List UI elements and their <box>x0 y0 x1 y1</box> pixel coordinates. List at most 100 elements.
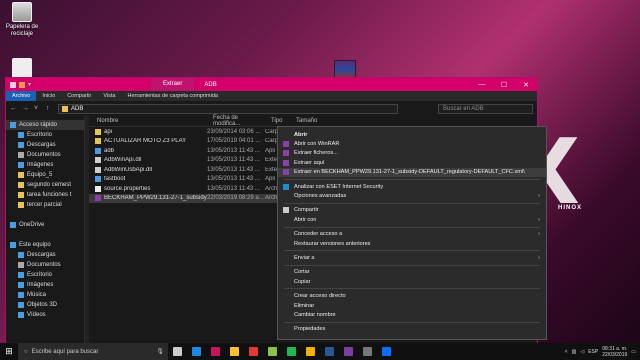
taskbar-app-spotify[interactable] <box>282 343 301 360</box>
recycle-bin-label: Papelera de reciclaje <box>5 24 39 37</box>
maximize-button[interactable]: ☐ <box>493 81 515 89</box>
tab-herramientas[interactable]: Herramientas de carpeta comprimida <box>121 93 223 99</box>
context-menu-item[interactable]: Abrir con WinRAR <box>278 139 546 148</box>
nav-item[interactable]: Descargas <box>6 140 84 150</box>
context-menu-item[interactable]: Cortar <box>278 268 546 277</box>
chevron-right-icon: › <box>538 254 540 261</box>
folder-icon[interactable] <box>19 81 25 88</box>
taskbar: ⊞ ○ Escribe aquí para buscar 🎙 ˄ ▥ ◁ ESP… <box>0 343 640 360</box>
taskbar-app-edge[interactable] <box>187 343 206 360</box>
nav-item[interactable]: segundo cemest <box>6 180 84 190</box>
nav-item[interactable]: Escritorio <box>6 270 84 280</box>
forward-arrow-icon[interactable]: → <box>22 105 30 112</box>
clock-date: 22/03/2019 <box>602 351 628 358</box>
taskbar-app-word[interactable] <box>320 343 339 360</box>
nav-folder-icon <box>10 222 16 228</box>
window-title: ADB <box>204 81 217 88</box>
media-icon <box>363 347 372 356</box>
taskbar-app-photos[interactable] <box>206 343 225 360</box>
notifications-icon[interactable]: ▭ <box>631 349 636 355</box>
network-icon[interactable]: ▥ <box>572 349 577 355</box>
context-menu-item[interactable]: Restaurar versiones anteriores <box>278 239 546 248</box>
nav-item[interactable]: Acceso rápido <box>6 120 84 130</box>
up-arrow-icon[interactable]: ↑ <box>46 105 54 112</box>
eset-icon <box>283 183 289 190</box>
tab-compartir[interactable]: Compartir <box>61 93 97 99</box>
nav-item[interactable]: tercer parcial <box>6 200 84 210</box>
exe-icon <box>95 147 101 154</box>
nav-item[interactable]: OneDrive <box>6 220 84 230</box>
tab-inicio[interactable]: Inicio <box>36 93 61 99</box>
context-menu-item[interactable]: Extraer en BECKHAM_PPW29.131-27-1_subsid… <box>278 167 546 177</box>
menu-separator <box>284 226 540 228</box>
context-menu-item[interactable]: Propiedades <box>278 325 546 334</box>
nav-item[interactable]: Escritorio <box>6 130 84 140</box>
close-button[interactable]: ✕ <box>515 81 537 89</box>
chevron-down-icon[interactable]: ˅ <box>34 105 42 112</box>
taskbar-app-chrome[interactable] <box>244 343 263 360</box>
column-size[interactable]: Tamaño <box>292 118 317 124</box>
context-menu-item[interactable]: Copiar <box>278 277 546 286</box>
tab-vista[interactable]: Vista <box>97 93 121 99</box>
context-menu-item[interactable]: Compartir <box>278 206 546 215</box>
volume-icon[interactable]: ◁ <box>580 349 584 355</box>
nav-item[interactable]: Música <box>6 290 84 300</box>
taskbar-app-photoshop[interactable] <box>377 343 396 360</box>
recycle-bin-icon[interactable]: Papelera de reciclaje <box>0 2 44 38</box>
taskbar-app-store[interactable] <box>225 343 244 360</box>
address-bar[interactable]: ADB <box>58 103 398 114</box>
column-date[interactable]: Fecha de modifica... <box>209 115 267 127</box>
nav-item[interactable]: Objetos 3D <box>6 300 84 310</box>
context-menu-item[interactable]: Extraer aquí <box>278 158 546 167</box>
taskbar-app-media[interactable] <box>358 343 377 360</box>
file-date: 13/05/2013 11:43 ... <box>207 166 260 173</box>
save-icon[interactable] <box>10 81 16 88</box>
nav-item[interactable]: Este equipo <box>6 240 84 250</box>
context-menu-item[interactable]: Analizar con ESET Internet Security <box>278 182 546 191</box>
file-name-cell: fastboot <box>89 176 207 183</box>
taskbar-app-android-studio[interactable] <box>263 343 282 360</box>
clock[interactable]: 08:31 a. m. 22/03/2019 <box>602 346 627 358</box>
context-menu-label: Restaurar versiones anteriores <box>294 240 371 247</box>
chrome-icon <box>249 347 258 356</box>
nav-item[interactable]: Imágenes <box>6 160 84 170</box>
window-controls: — ☐ ✕ <box>471 81 537 89</box>
context-menu-label: Extraer aquí <box>294 159 325 166</box>
context-menu-item[interactable]: Opciones avanzadas › <box>278 191 546 200</box>
context-menu-item[interactable]: Eliminar <box>278 301 546 310</box>
search-input[interactable]: Buscar en ADB <box>438 103 533 114</box>
nav-item[interactable]: tarea funciones t <box>6 190 84 200</box>
nav-item[interactable]: Descargas <box>6 250 84 260</box>
context-menu-item[interactable]: Conceder acceso a › <box>278 230 546 239</box>
word-icon <box>325 347 334 356</box>
file-name-cell: api <box>89 128 207 135</box>
context-menu-item[interactable]: Abrir <box>278 130 546 139</box>
back-arrow-icon[interactable]: ← <box>10 105 18 112</box>
nav-item[interactable]: Equipo_5 <box>6 170 84 180</box>
microphone-icon[interactable]: 🎙 <box>156 348 168 355</box>
windows-start-icon[interactable]: ⊞ <box>0 346 18 357</box>
nav-folder-icon <box>18 272 24 278</box>
context-menu-item[interactable]: Extraer ficheros... <box>278 149 546 158</box>
taskbar-app-explorer[interactable] <box>301 343 320 360</box>
column-name[interactable]: Nombre <box>89 118 209 124</box>
chevron-down-icon[interactable]: ▾ <box>28 81 31 88</box>
nav-item[interactable]: Imágenes <box>6 280 84 290</box>
chevron-up-icon[interactable]: ˄ <box>565 349 568 355</box>
tab-extract[interactable]: Extraer <box>151 78 195 91</box>
context-menu-item[interactable]: Abrir con › <box>278 215 546 224</box>
taskbar-app-task-view[interactable] <box>168 343 187 360</box>
taskbar-app-winrar[interactable] <box>339 343 358 360</box>
nav-item[interactable]: Vídeos <box>6 310 84 320</box>
taskbar-search[interactable]: ○ Escribe aquí para buscar 🎙 <box>18 343 168 360</box>
context-menu-item[interactable]: Crear acceso directo <box>278 291 546 300</box>
minimize-button[interactable]: — <box>471 81 493 89</box>
context-menu-item[interactable]: Enviar a › <box>278 253 546 262</box>
store-icon <box>230 347 239 356</box>
context-menu-item[interactable]: Cambiar nombre <box>278 310 546 319</box>
nav-item[interactable]: Documentos <box>6 260 84 270</box>
language-indicator[interactable]: ESP <box>588 349 598 355</box>
nav-item[interactable]: Documentos <box>6 150 84 160</box>
tab-archivo[interactable]: Archivo <box>6 91 37 101</box>
column-type[interactable]: Tipo <box>267 118 292 124</box>
